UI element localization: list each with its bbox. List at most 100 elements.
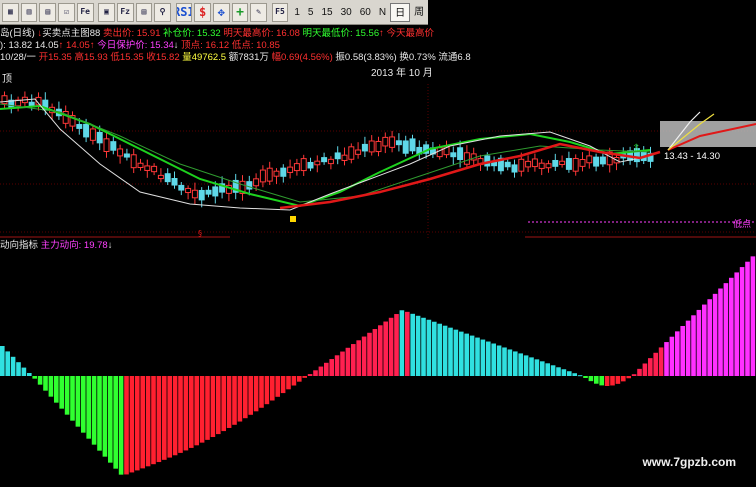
value-2: 14.05 <box>34 40 59 51</box>
indicator-bar <box>172 376 178 456</box>
indicator-bar <box>594 376 599 384</box>
low-point-marker: 低点 <box>733 218 751 229</box>
date-label: 2013 年 10 月 <box>371 68 433 79</box>
indicator-bar <box>340 351 345 376</box>
money-icon[interactable]: $ <box>194 2 211 22</box>
period-日[interactable]: 日 <box>390 2 411 22</box>
candle <box>103 138 110 153</box>
candle <box>565 158 572 170</box>
grid-icon[interactable]: ▤ <box>39 2 57 22</box>
indicator-bar <box>86 376 91 439</box>
period-1[interactable]: 1 <box>290 3 304 22</box>
indicator-bar <box>189 376 194 448</box>
candle <box>185 187 192 194</box>
indicator-bar <box>329 359 334 376</box>
rsi-icon[interactable]: RSI <box>175 2 193 22</box>
period-30[interactable]: 30 <box>337 3 356 22</box>
indicator-bar <box>631 374 637 376</box>
value-3: 14.05 <box>66 40 90 51</box>
candle <box>259 169 266 183</box>
candle <box>321 157 328 163</box>
indicator-bar <box>513 351 518 376</box>
candle <box>382 136 389 147</box>
indicator-bar <box>545 363 550 376</box>
candle <box>76 124 83 129</box>
bars-icon[interactable]: ▥ <box>20 2 38 22</box>
document-icon[interactable]: ▤ <box>135 2 153 22</box>
indicator-bar <box>664 342 669 376</box>
quote-turnover: 换0.73% <box>399 52 436 63</box>
indicator-bar <box>691 315 696 376</box>
candle <box>409 138 416 152</box>
indicator-bar <box>712 293 718 376</box>
sell-price-label: 卖出价: 15.91 <box>102 28 161 39</box>
indicator-bar <box>637 368 642 376</box>
toolbar: ▦▥▤☑Fe▣Fz▤⚲RSI$✥+✎F515153060N日周 <box>0 0 428 25</box>
candle <box>212 186 219 197</box>
candle <box>123 153 130 158</box>
indicator-bar <box>480 339 486 376</box>
buy-marker-icon: § <box>198 229 202 238</box>
indicator-chart[interactable] <box>0 240 756 487</box>
period-N[interactable]: N <box>375 3 390 22</box>
indicator-bar <box>626 376 631 379</box>
candle <box>511 164 518 173</box>
indicator-name: 买卖点主图88 <box>42 28 101 39</box>
indicator-bar <box>702 304 707 376</box>
quote-amplitude: 振0.58(3.83%) <box>335 52 397 63</box>
table-icon[interactable]: ▣ <box>98 2 115 22</box>
indicator-bar <box>518 353 523 376</box>
price-range-label: 13.43 - 14.30 <box>664 151 720 162</box>
candle <box>361 143 368 152</box>
f5-icon[interactable]: F5 <box>271 2 289 22</box>
indicator-bar <box>205 376 210 440</box>
period-5[interactable]: 5 <box>304 3 318 22</box>
chart-icon[interactable]: ▦ <box>2 2 19 22</box>
indicator-bar <box>729 277 734 376</box>
indicator-bar <box>567 371 572 376</box>
fe-icon[interactable]: Fe <box>76 2 94 22</box>
indicator-bar <box>183 376 189 451</box>
indicator-bar <box>453 329 459 376</box>
indicator-bar <box>167 376 172 458</box>
indicator-bar <box>750 256 756 376</box>
move-icon[interactable]: ✥ <box>212 2 230 22</box>
candle <box>463 152 470 165</box>
search-icon[interactable]: ⚲ <box>154 2 171 22</box>
candle <box>327 158 334 165</box>
indicator-bar <box>680 326 685 376</box>
checked-icon[interactable]: ☑ <box>58 2 75 22</box>
indicator-bar <box>486 341 491 376</box>
candle <box>450 152 457 158</box>
plus-icon[interactable]: + <box>231 2 249 22</box>
period-15[interactable]: 15 <box>317 3 336 22</box>
indicator-bar <box>178 376 183 453</box>
indicator-bar <box>43 376 48 391</box>
candle <box>552 159 559 167</box>
price-chart[interactable]: 13.43 - 14.30 低点 § ⇧ <box>0 84 756 240</box>
indicator-bar <box>291 376 297 386</box>
indicator-bar <box>718 288 723 376</box>
indicator-bar <box>313 370 318 376</box>
indicator-bar <box>356 340 361 376</box>
indicator-bar <box>459 331 464 376</box>
indicator-bar <box>464 333 469 376</box>
candle <box>89 128 96 141</box>
candle <box>593 156 600 167</box>
candle <box>402 140 409 154</box>
indicator-bar <box>388 317 394 376</box>
indicator-bar <box>599 376 604 386</box>
period-60[interactable]: 60 <box>356 3 375 22</box>
indicator-bar <box>550 365 556 376</box>
indicator-bar <box>48 376 54 397</box>
ma-white-line <box>0 98 651 211</box>
indicator-bar <box>253 376 259 412</box>
fz-icon[interactable]: Fz <box>116 2 134 22</box>
candle <box>531 158 538 168</box>
indicator-bar <box>410 313 415 376</box>
indicator-bar <box>685 320 691 376</box>
indicator-bar <box>394 314 399 376</box>
pen-icon[interactable]: ✎ <box>250 2 268 22</box>
indicator-bar <box>448 327 453 376</box>
period-周[interactable]: 周 <box>410 3 428 22</box>
